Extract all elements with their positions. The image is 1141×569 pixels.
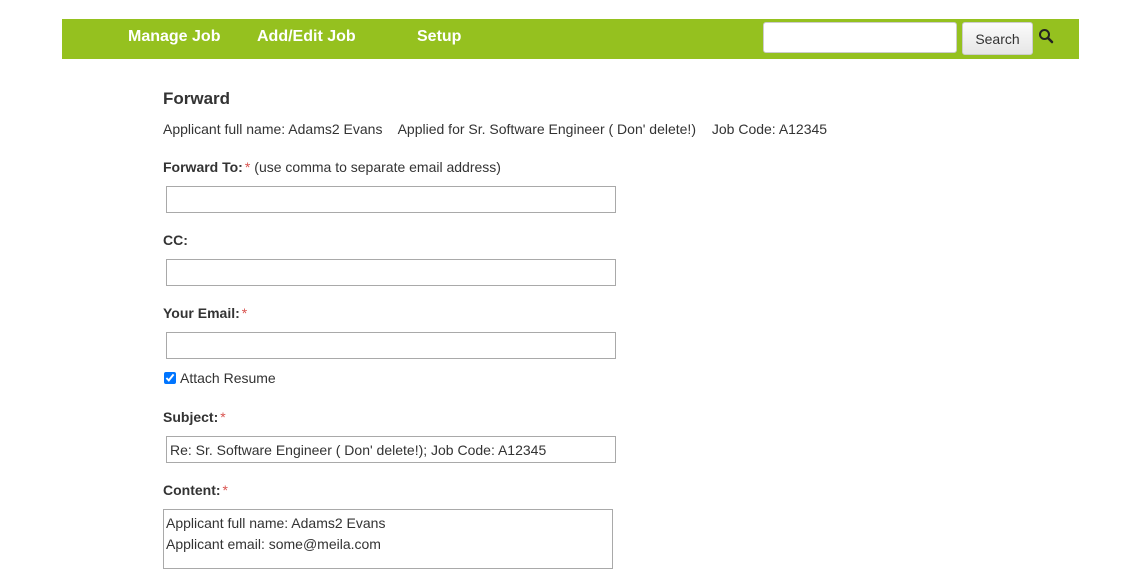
content-label: Content: *: [163, 482, 228, 498]
nav-setup[interactable]: Setup: [417, 28, 461, 46]
attach-resume[interactable]: Attach Resume: [163, 370, 276, 386]
search-input[interactable]: [763, 22, 957, 53]
job-code: Job Code: A12345: [711, 121, 828, 137]
nav-add-edit-job[interactable]: Add/Edit Job: [257, 28, 356, 46]
attach-resume-checkbox[interactable]: [164, 372, 176, 384]
required-mark: *: [244, 159, 251, 175]
attach-resume-label: Attach Resume: [180, 370, 276, 386]
your-email-field[interactable]: [166, 332, 616, 359]
subject-label-text: Subject:: [163, 409, 219, 425]
forward-to-label: Forward To: * (use comma to separate email…: [163, 159, 501, 175]
content-label-text: Content:: [163, 482, 221, 498]
your-email-label-text: Your Email:: [163, 305, 240, 321]
forward-to-field[interactable]: [166, 186, 616, 213]
content-textarea[interactable]: Applicant full name: Adams2 Evans Applic…: [163, 509, 613, 569]
subject-label: Subject: *: [163, 409, 226, 425]
top-navbar: Manage Job Add/Edit Job Setup Search: [62, 19, 1079, 59]
your-email-label: Your Email: *: [163, 305, 247, 321]
forward-to-label-text: Forward To:: [163, 159, 243, 175]
cc-field[interactable]: [166, 259, 616, 286]
cc-label: CC:: [163, 232, 188, 248]
nav-manage-job[interactable]: Manage Job: [128, 28, 220, 46]
page-title: Forward: [163, 89, 231, 108]
applicant-info: Applicant full name: Adams2 Evans Applie…: [163, 121, 839, 137]
required-mark: *: [220, 409, 226, 425]
required-mark: *: [222, 482, 228, 498]
applicant-name: Applicant full name: Adams2 Evans: [163, 121, 383, 137]
required-mark: *: [241, 305, 248, 321]
search-button[interactable]: Search: [962, 22, 1033, 55]
forward-to-hint: (use comma to separate email address): [254, 159, 501, 175]
cc-label-text: CC:: [163, 232, 188, 248]
applied-for: Applied for Sr. Software Engineer ( Don'…: [397, 121, 696, 137]
subject-field[interactable]: [166, 436, 616, 463]
search-icon[interactable]: [1038, 28, 1054, 44]
